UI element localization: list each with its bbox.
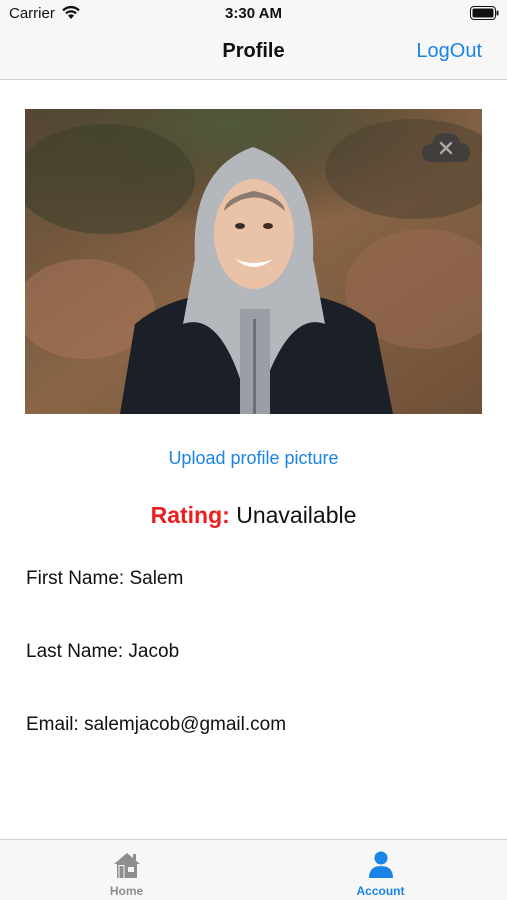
tab-account[interactable]: Account <box>254 840 507 900</box>
logout-button[interactable]: LogOut <box>416 40 482 63</box>
profile-photo-image <box>25 109 482 414</box>
status-bar: Carrier 3:30 AM <box>0 0 507 26</box>
tab-account-label: Account <box>356 884 405 898</box>
rating-label: Rating: <box>150 502 230 528</box>
upload-profile-picture-button[interactable]: Upload profile picture <box>0 448 507 469</box>
cloud-remove-icon[interactable] <box>420 129 472 165</box>
last-name-text: Last Name: Jacob <box>26 641 180 662</box>
person-icon <box>368 851 393 878</box>
tab-home-label: Home <box>109 884 144 898</box>
home-icon <box>113 853 140 878</box>
rating-row: Rating: Unavailable <box>0 502 507 529</box>
rating-value: Unavailable <box>236 502 357 528</box>
navigation-bar: Profile LogOut <box>0 26 507 80</box>
tab-bar: Home Account <box>0 839 507 900</box>
status-time: 3:30 AM <box>225 5 282 22</box>
battery-icon <box>470 6 499 20</box>
first-name-text: First Name: Salem <box>26 568 184 589</box>
email-text: Email: salemjacob@gmail.com <box>26 714 287 735</box>
tab-home[interactable]: Home <box>0 840 253 900</box>
profile-screen: Carrier 3:30 AM Profile LogOut Upload pr… <box>0 0 507 900</box>
profile-photo <box>25 109 482 414</box>
